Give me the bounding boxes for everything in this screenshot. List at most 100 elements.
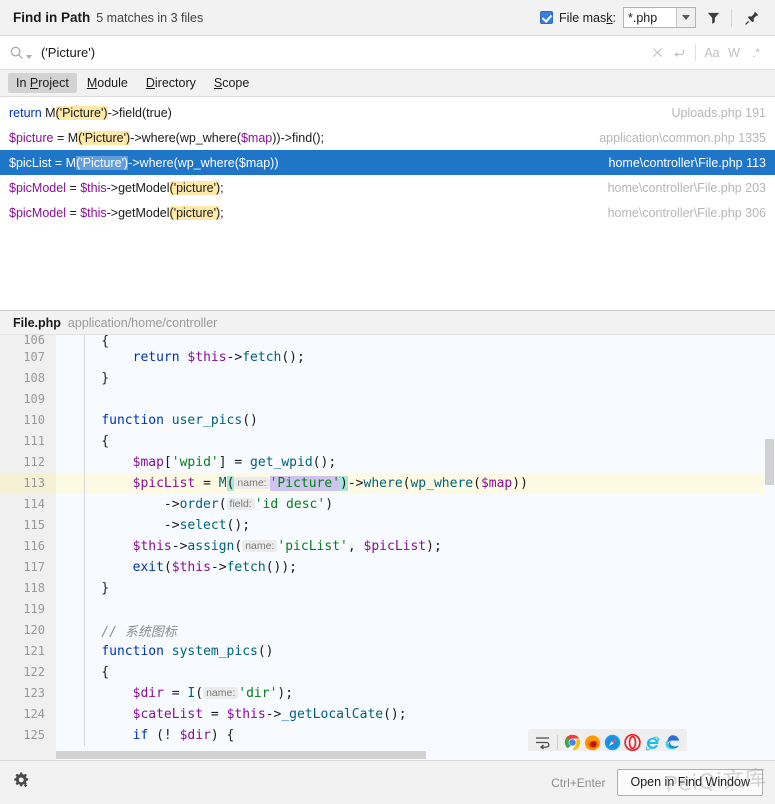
line-number: 121 bbox=[0, 641, 56, 662]
code-line[interactable]: 115 ->select(); bbox=[0, 515, 763, 536]
code-line[interactable]: 111 { bbox=[0, 431, 763, 452]
chrome-icon[interactable] bbox=[564, 734, 581, 751]
search-icon[interactable] bbox=[9, 45, 32, 61]
vertical-scroll-thumb[interactable] bbox=[765, 439, 774, 485]
code-text: if (! $dir) { bbox=[132, 728, 235, 743]
page-title: Find in Path bbox=[13, 10, 91, 25]
result-code: $picList = M('Picture')->where(wp_where(… bbox=[9, 155, 279, 170]
result-path: home\controller\File.php 203 bbox=[607, 180, 766, 195]
firefox-icon[interactable] bbox=[584, 734, 601, 751]
code-line[interactable]: 106 { bbox=[0, 335, 763, 356]
search-input[interactable]: ('Picture') bbox=[41, 45, 646, 60]
horizontal-scroll-thumb[interactable] bbox=[56, 751, 426, 759]
whole-words-toggle[interactable]: W bbox=[723, 42, 745, 64]
indent-guide bbox=[84, 578, 85, 599]
return-arrow-icon[interactable] bbox=[668, 42, 690, 64]
line-number: 108 bbox=[0, 368, 56, 389]
line-number: 122 bbox=[0, 662, 56, 683]
scope-tab-0[interactable]: In Project bbox=[8, 73, 77, 93]
scope-tab-2[interactable]: Directory bbox=[138, 73, 204, 93]
code-line[interactable]: 116 $this->assign(name:'picList', $picLi… bbox=[0, 536, 763, 557]
chevron-down-icon[interactable] bbox=[676, 8, 695, 27]
open-in-find-window-button[interactable]: Open in Find Window bbox=[617, 769, 763, 796]
indent-guide bbox=[84, 389, 85, 410]
indent-guide bbox=[84, 410, 85, 431]
regex-toggle[interactable]: .* bbox=[745, 42, 767, 64]
file-mask-input[interactable]: *.php bbox=[624, 8, 676, 27]
code-text: $dir = I(name:'dir'); bbox=[132, 686, 294, 701]
dialog-header: Find in Path 5 matches in 3 files File m… bbox=[0, 0, 775, 36]
result-code: $picModel = $this->getModel('picture'); bbox=[9, 205, 224, 220]
results-list[interactable]: return M('Picture')->field(true) Uploads.… bbox=[0, 97, 775, 311]
indent-guide bbox=[84, 620, 85, 641]
preview-file-name: File.php bbox=[13, 315, 61, 330]
line-number: 117 bbox=[0, 557, 56, 578]
file-mask-combo[interactable]: *.php bbox=[623, 7, 696, 28]
code-line[interactable]: 112 $map['wpid'] = get_wpid(); bbox=[0, 452, 763, 473]
editor-horizontal-scrollbar[interactable] bbox=[56, 751, 763, 760]
indent-guide bbox=[84, 473, 85, 494]
result-path: home\controller\File.php 113 bbox=[608, 155, 767, 170]
code-lines[interactable]: 106 {107 return $this->fetch(); 108 } 109 1… bbox=[0, 335, 763, 760]
edge-icon[interactable] bbox=[664, 734, 681, 751]
code-text: function system_pics() bbox=[101, 644, 274, 659]
indent-guide bbox=[84, 368, 85, 389]
line-number: 109 bbox=[0, 389, 56, 410]
safari-icon[interactable] bbox=[604, 734, 621, 751]
result-path: home\controller\File.php 306 bbox=[607, 205, 766, 220]
scope-tab-1[interactable]: Module bbox=[79, 73, 136, 93]
indent-guide bbox=[84, 599, 85, 620]
result-code: $picModel = $this->getModel('picture'); bbox=[9, 180, 224, 195]
gear-icon[interactable] bbox=[12, 771, 31, 795]
match-case-toggle[interactable]: Aa bbox=[701, 42, 723, 64]
code-text: ->order(field:'id desc') bbox=[70, 497, 334, 512]
line-number: 120 bbox=[0, 620, 56, 641]
code-line[interactable]: 123 $dir = I(name:'dir'); bbox=[0, 683, 763, 704]
code-line[interactable]: 118 } bbox=[0, 578, 763, 599]
scope-tab-3[interactable]: Scope bbox=[206, 73, 257, 93]
internet-explorer-icon[interactable] bbox=[644, 734, 661, 751]
header-divider bbox=[731, 8, 732, 27]
file-mask-checkbox[interactable] bbox=[540, 11, 554, 24]
result-row[interactable]: return M('Picture')->field(true) Uploads.… bbox=[0, 100, 775, 125]
filter-icon[interactable] bbox=[700, 5, 726, 31]
line-number: 123 bbox=[0, 683, 56, 704]
dialog-footer: Ctrl+Enter Open in Find Window PeiQi文库 bbox=[0, 760, 775, 804]
code-line[interactable]: 121 function system_pics() bbox=[0, 641, 763, 662]
indent-guide bbox=[84, 704, 85, 725]
code-text: } bbox=[70, 371, 110, 386]
shortcut-hint: Ctrl+Enter bbox=[551, 775, 606, 790]
code-line[interactable]: 108 } bbox=[0, 368, 763, 389]
indent-guide bbox=[84, 557, 85, 578]
line-number: 116 bbox=[0, 536, 56, 557]
code-line[interactable]: 110 function user_pics() bbox=[0, 410, 763, 431]
code-line[interactable]: 109 bbox=[0, 389, 763, 410]
pin-icon[interactable] bbox=[739, 5, 765, 31]
line-number: 114 bbox=[0, 494, 56, 515]
line-number: 119 bbox=[0, 599, 56, 620]
preview-header: File.php application/home/controller bbox=[0, 311, 775, 335]
code-line[interactable]: 114 ->order(field:'id desc') bbox=[0, 494, 763, 515]
close-icon[interactable] bbox=[646, 42, 668, 64]
code-preview[interactable]: 106 {107 return $this->fetch(); 108 } 109 1… bbox=[0, 335, 775, 760]
toolbar-divider bbox=[557, 735, 558, 750]
result-row[interactable]: $picList = M('Picture')->where(wp_where(… bbox=[0, 150, 775, 175]
result-row[interactable]: $picture = M('Picture')->where(wp_where(… bbox=[0, 125, 775, 150]
code-line[interactable]: 113 $picList = M(name: 'Picture')->where(… bbox=[0, 473, 763, 494]
result-row[interactable]: $picModel = $this->getModel('picture'); h… bbox=[0, 200, 775, 225]
search-divider bbox=[695, 44, 696, 61]
opera-icon[interactable] bbox=[624, 733, 641, 752]
result-path: application\common.php 1335 bbox=[599, 130, 766, 145]
editor-vertical-scrollbar[interactable] bbox=[763, 335, 775, 760]
code-line[interactable]: 117 exit($this->fetch()); bbox=[0, 557, 763, 578]
file-mask-label: File mask: bbox=[559, 10, 616, 25]
code-text: $picList = M(name: 'Picture')->where(wp_w… bbox=[132, 476, 528, 491]
code-line[interactable]: 107 return $this->fetch(); bbox=[0, 347, 763, 368]
code-line[interactable]: 119 bbox=[0, 599, 763, 620]
result-code: return M('Picture')->field(true) bbox=[9, 105, 172, 120]
code-line[interactable]: 122 { bbox=[0, 662, 763, 683]
wrap-text-icon[interactable] bbox=[534, 734, 551, 751]
code-line[interactable]: 120 // 系统图标 bbox=[0, 620, 763, 641]
code-line[interactable]: 124 $cateList = $this->_getLocalCate(); bbox=[0, 704, 763, 725]
result-row[interactable]: $picModel = $this->getModel('picture'); h… bbox=[0, 175, 775, 200]
